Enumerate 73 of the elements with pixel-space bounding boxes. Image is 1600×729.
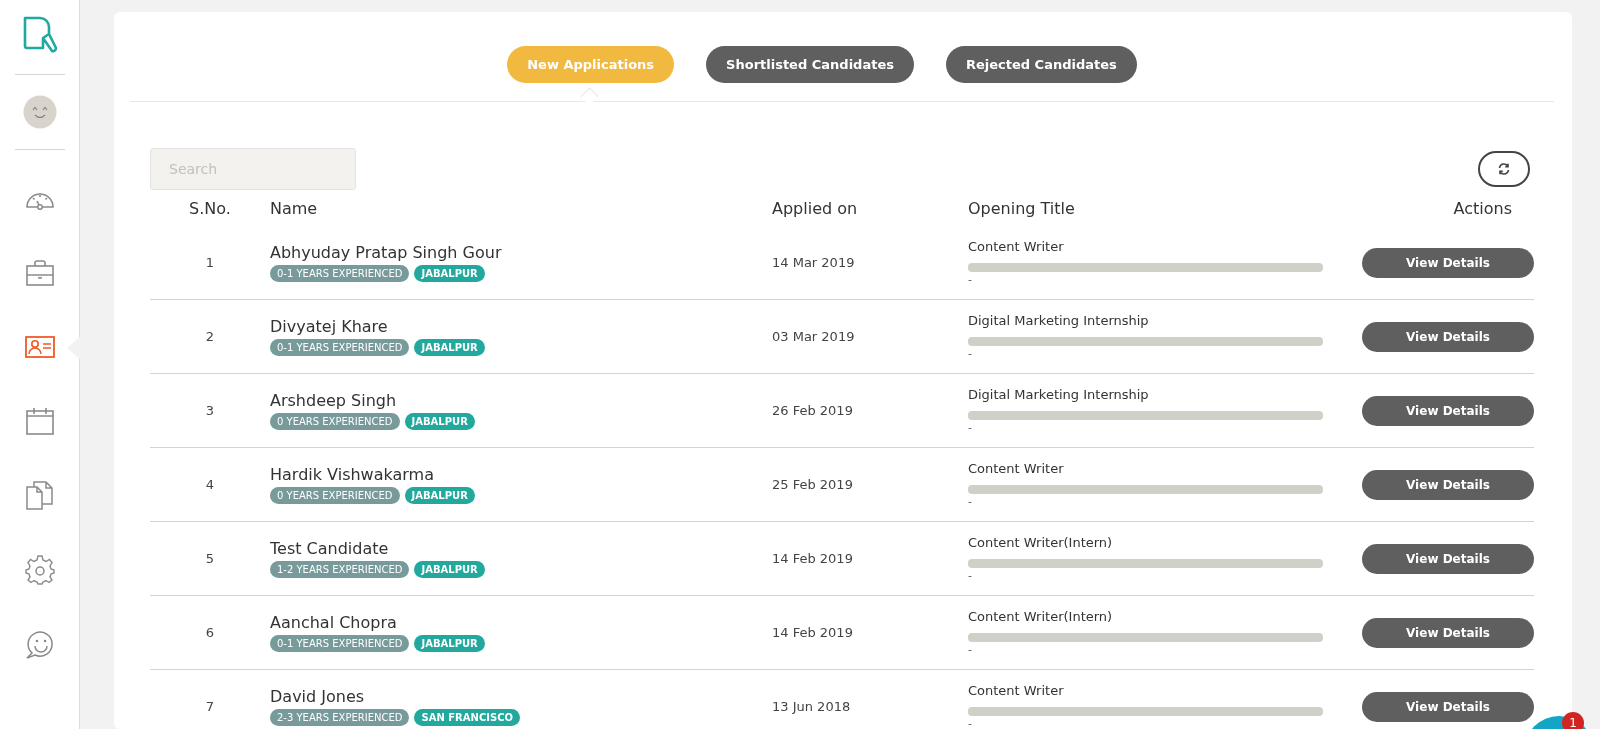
candidate-name: David Jones (270, 687, 366, 706)
candidate-name: Divyatej Khare (270, 317, 389, 336)
experience-tag: 0-1 YEARS EXPERIENCED (270, 635, 410, 652)
location-tag: JABALPUR (414, 635, 485, 652)
location-tag: JABALPUR (414, 339, 485, 356)
view-details-button[interactable]: View Details (1362, 691, 1534, 722)
documents-icon[interactable] (23, 479, 56, 511)
table-cell-text: 25 Feb 2019 (772, 477, 854, 492)
candidate-name: Aanchal Chopra (270, 613, 398, 632)
candidate-name: Hardik Vishwakarma (270, 465, 435, 484)
column-header: Actions (1452, 198, 1513, 218)
refresh-button[interactable] (1478, 151, 1530, 187)
candidate-name: Test Candidate (270, 539, 390, 558)
avatar-icon[interactable] (22, 95, 57, 129)
location-tag: JABALPUR (404, 413, 475, 430)
logo-icon[interactable] (21, 16, 58, 54)
experience-tag: 1-2 YEARS EXPERIENCED (270, 561, 410, 578)
progress-text: - (968, 718, 973, 729)
table-cell-text: 6 (204, 625, 216, 640)
location-tag: JABALPUR (404, 487, 475, 504)
view-details-button[interactable]: View Details (1362, 321, 1534, 352)
table-cell-text: 14 Feb 2019 (772, 625, 854, 640)
progress-text: - (968, 496, 973, 508)
view-details-button[interactable]: View Details (1362, 543, 1534, 574)
progress-text: - (968, 422, 973, 434)
candidate-name: Arshdeep Singh (270, 391, 398, 410)
settings-icon[interactable] (23, 553, 56, 585)
opening-title: Content Writer (968, 683, 1065, 698)
column-header: S.No. (188, 198, 232, 218)
table-cell-text: 7 (204, 699, 216, 714)
selection-pointer (66, 336, 81, 360)
briefcase-icon[interactable] (23, 257, 56, 289)
column-header: Applied on (772, 198, 859, 218)
table-cell-text: 1 (204, 255, 216, 270)
opening-title: Content Writer (968, 461, 1065, 476)
opening-title: Content Writer(Intern) (968, 535, 1114, 550)
table-cell-text: 14 Mar 2019 (772, 255, 856, 270)
opening-title: Content Writer(Intern) (968, 609, 1114, 624)
view-details-button[interactable]: View Details (1362, 395, 1534, 426)
table-cell-text: 03 Mar 2019 (772, 329, 856, 344)
location-tag: JABALPUR (414, 561, 485, 578)
location-tag: JABALPUR (414, 265, 485, 282)
column-header: Name (270, 198, 319, 218)
experience-tag: 0 YEARS EXPERIENCED (270, 413, 400, 430)
column-header: Opening Title (968, 198, 1076, 218)
view-details-button[interactable]: View Details (1362, 469, 1534, 500)
location-tag: SAN FRANCISCO (414, 709, 520, 726)
table-cell-text: 13 Jun 2018 (772, 699, 852, 714)
table-cell-text: 5 (204, 551, 216, 566)
calendar-icon[interactable] (23, 405, 56, 437)
experience-tag: 0 YEARS EXPERIENCED (270, 487, 400, 504)
opening-title: Digital Marketing Internship (968, 387, 1150, 402)
progress-text: - (968, 348, 973, 360)
progress-text: - (968, 570, 973, 582)
experience-tag: 0-1 YEARS EXPERIENCED (270, 265, 410, 282)
view-details-button[interactable]: View Details (1362, 247, 1534, 278)
experience-tag: 0-1 YEARS EXPERIENCED (270, 339, 410, 356)
table-cell-text: 2 (204, 329, 216, 344)
opening-title: Content Writer (968, 239, 1065, 254)
progress-text: - (968, 644, 973, 656)
opening-title: Digital Marketing Internship (968, 313, 1150, 328)
experience-tag: 2-3 YEARS EXPERIENCED (270, 709, 410, 726)
notification-badge: 1 (1562, 712, 1584, 729)
table-cell-text: 4 (204, 477, 216, 492)
refresh-icon (1497, 162, 1511, 176)
progress-text: - (968, 274, 973, 286)
candidate-name: Abhyuday Pratap Singh Gour (270, 243, 503, 262)
table-cell-text: 14 Feb 2019 (772, 551, 854, 566)
table-cell-text: 3 (204, 403, 216, 418)
view-details-button[interactable]: View Details (1362, 617, 1534, 648)
table-cell-text: 26 Feb 2019 (772, 403, 854, 418)
tab[interactable]: Shortlisted Candidates (706, 46, 914, 83)
tab[interactable]: Rejected Candidates (945, 46, 1137, 83)
